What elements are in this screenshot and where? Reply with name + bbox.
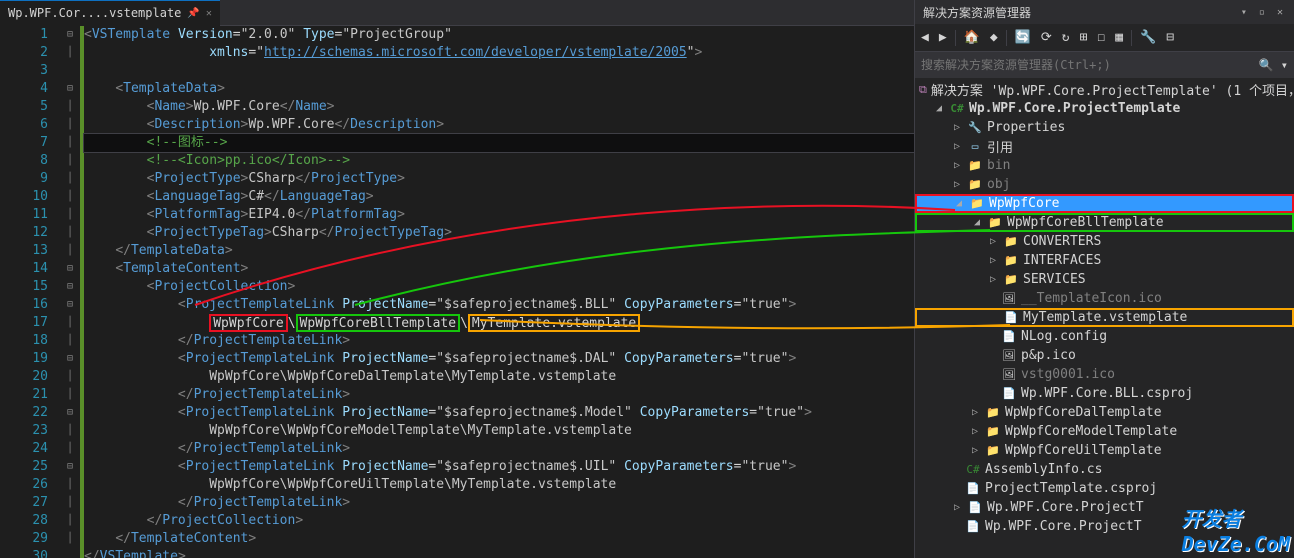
folder-icon: 📁: [985, 424, 1001, 440]
nav-back-icon[interactable]: ◀: [919, 28, 931, 47]
file-icon: 📄: [965, 519, 981, 535]
explorer-toolbar: ◀ ▶ 🏠 ◆ 🔄 ⟳ ↻ ⊞ ☐ ▦ 🔧 ⊟: [915, 24, 1294, 52]
close-icon[interactable]: ✕: [206, 8, 212, 19]
hl-orange-code: MyTemplate.vstemplate: [468, 314, 640, 332]
line-numbers: 12345678910 11121314151617181920 2122232…: [0, 26, 60, 558]
solution-node[interactable]: ⧉解决方案 'Wp.WPF.Core.ProjectTemplate' (1 个…: [915, 80, 1294, 99]
tab-bar: Wp.WPF.Cor....vstemplate 📌 ✕: [0, 0, 914, 26]
view-icon[interactable]: ▦: [1113, 28, 1125, 47]
solution-tree[interactable]: ⧉解决方案 'Wp.WPF.Core.ProjectTemplate' (1 个…: [915, 78, 1294, 558]
file-icon: 📄: [1003, 310, 1019, 326]
sync-icon[interactable]: 🔄: [1013, 28, 1033, 47]
folder-icon: 📁: [1003, 272, 1019, 288]
vstg-node[interactable]: 🖼vstg0001.ico: [915, 365, 1294, 384]
file-icon: 📄: [1001, 386, 1017, 402]
converters-node[interactable]: ▷📁CONVERTERS: [915, 232, 1294, 251]
refs-node[interactable]: ▷▭引用: [915, 137, 1294, 156]
tab-title: Wp.WPF.Cor....vstemplate: [8, 6, 181, 20]
refs-icon: ▭: [967, 139, 983, 155]
file-icon: 📄: [1001, 329, 1017, 345]
editor-tab[interactable]: Wp.WPF.Cor....vstemplate 📌 ✕: [0, 0, 220, 26]
folder-icon: 📁: [1003, 253, 1019, 269]
search-icon[interactable]: 🔍 ▾: [1259, 58, 1288, 72]
modeltpl-node[interactable]: ▷📁WpWpfCoreModelTemplate: [915, 422, 1294, 441]
ppico-node[interactable]: 🖼p&p.ico: [915, 346, 1294, 365]
folder-icon: 📁: [967, 158, 983, 174]
wrench-icon[interactable]: 🔧: [1138, 28, 1158, 47]
file-icon: 🖼: [1001, 291, 1017, 307]
code-body[interactable]: <VSTemplate Version="2.0.0" Type="Projec…: [84, 26, 914, 558]
code-area[interactable]: 12345678910 11121314151617181920 2122232…: [0, 26, 914, 558]
csproj-icon: C#: [949, 101, 965, 117]
hl-red-code: WpWpfCore: [209, 314, 287, 332]
folder-icon: 📁: [1003, 234, 1019, 250]
panel-title-bar[interactable]: 解决方案资源管理器 ▾ ▫ ✕: [915, 0, 1294, 24]
wrench-icon: 🔧: [967, 120, 983, 136]
daltpl-node[interactable]: ▷📁WpWpfCoreDalTemplate: [915, 403, 1294, 422]
refresh-icon[interactable]: ↻: [1060, 28, 1072, 47]
showall-icon[interactable]: ⊞: [1078, 28, 1090, 47]
pin-icon[interactable]: 📌: [187, 8, 199, 19]
bllcsproj-node[interactable]: 📄Wp.WPF.Core.BLL.csproj: [915, 384, 1294, 403]
proj-sub1[interactable]: ▷📄Wp.WPF.Core.ProjectT: [915, 498, 1294, 517]
folder-icon: 📁: [985, 405, 1001, 421]
interfaces-node[interactable]: ▷📁INTERFACES: [915, 251, 1294, 270]
hl-green-code: WpWpfCoreBllTemplate: [296, 314, 461, 332]
active-line: <!--图标-->: [84, 134, 914, 152]
editor-pane: Wp.WPF.Cor....vstemplate 📌 ✕ 12345678910…: [0, 0, 914, 558]
panel-title: 解决方案资源管理器: [923, 4, 1031, 21]
vs-icon[interactable]: ◆: [988, 28, 1000, 47]
open-icon[interactable]: ⟳: [1039, 28, 1054, 47]
file-icon: 🖼: [1001, 367, 1017, 383]
explorer-search[interactable]: 🔍 ▾: [915, 52, 1294, 78]
obj-node[interactable]: ▷📁obj: [915, 175, 1294, 194]
search-input[interactable]: [921, 58, 1259, 72]
project-node[interactable]: ◢C#Wp.WPF.Core.ProjectTemplate: [915, 99, 1294, 118]
folder-icon: 📁: [967, 177, 983, 193]
file-icon: 📄: [967, 500, 983, 516]
blltpl-node[interactable]: ◢📁WpWpfCoreBllTemplate: [915, 213, 1294, 232]
services-node[interactable]: ▷📁SERVICES: [915, 270, 1294, 289]
solution-explorer: 解决方案资源管理器 ▾ ▫ ✕ ◀ ▶ 🏠 ◆ 🔄 ⟳ ↻ ⊞ ☐ ▦ 🔧 ⊟ …: [914, 0, 1294, 558]
file-icon: 📄: [965, 481, 981, 497]
file-icon: 🖼: [1001, 348, 1017, 364]
fold-column[interactable]: ⊟│⊟││││││ │││⊟⊟⊟││⊟│ │⊟││⊟││││: [60, 26, 80, 558]
folder-icon: 📁: [987, 215, 1003, 231]
wpwpfcore-node[interactable]: ◢📁WpWpfCore: [915, 194, 1294, 213]
ptcsproj-node[interactable]: 📄ProjectTemplate.csproj: [915, 479, 1294, 498]
folder-icon: 📁: [985, 443, 1001, 459]
bin-node[interactable]: ▷📁bin: [915, 156, 1294, 175]
window-controls[interactable]: ▾ ▫ ✕: [1241, 7, 1286, 18]
uiltpl-node[interactable]: ▷📁WpWpfCoreUilTemplate: [915, 441, 1294, 460]
tplico-node[interactable]: 🖼__TemplateIcon.ico: [915, 289, 1294, 308]
mytpl-node[interactable]: 📄MyTemplate.vstemplate: [915, 308, 1294, 327]
solution-icon: ⧉: [919, 82, 927, 98]
proj-sub2[interactable]: 📄Wp.WPF.Core.ProjectT: [915, 517, 1294, 536]
props-icon[interactable]: ☐: [1095, 28, 1107, 47]
cfg-icon[interactable]: ⊟: [1164, 28, 1176, 47]
folder-icon: 📁: [969, 196, 985, 212]
nlog-node[interactable]: 📄NLog.config: [915, 327, 1294, 346]
properties-node[interactable]: ▷🔧Properties: [915, 118, 1294, 137]
cs-icon: C#: [965, 462, 981, 478]
home-icon[interactable]: 🏠: [962, 28, 982, 47]
nav-fwd-icon[interactable]: ▶: [937, 28, 949, 47]
asm-node[interactable]: C#AssemblyInfo.cs: [915, 460, 1294, 479]
